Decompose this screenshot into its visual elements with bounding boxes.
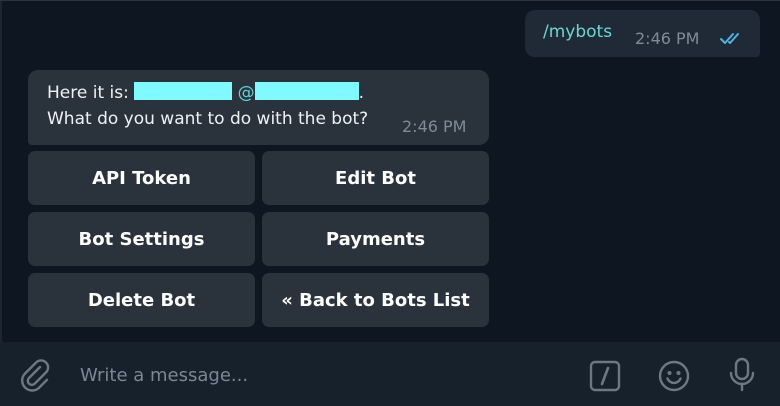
redacted-bot-name [134,82,233,100]
outgoing-message-text: /mybots [543,22,613,42]
incoming-message-line2: What do you want to do with the bot? [47,109,369,129]
message-composer [0,342,780,406]
incoming-message[interactable]: Here it is: @. What do you want to do wi… [28,70,489,145]
outgoing-message[interactable]: /mybots 2:46 PM [525,10,760,57]
at-sign: @ [237,83,255,103]
double-check-icon [720,33,739,44]
bot-settings-button[interactable]: Bot Settings [28,212,255,266]
redacted-bot-username[interactable] [254,82,359,100]
incoming-message-time: 2:46 PM [402,117,467,136]
emoji-icon[interactable] [657,359,691,393]
microphone-icon[interactable] [727,357,757,393]
message-history[interactable]: /mybots 2:46 PM Here it is: @. What do y… [0,1,780,342]
incoming-suffix: . [358,83,365,103]
incoming-prefix: Here it is: [47,83,135,103]
slash-command-icon[interactable] [588,359,622,393]
incoming-message-line1: Here it is: @. [47,82,364,103]
delete-bot-button[interactable]: Delete Bot [28,273,255,327]
edit-bot-button[interactable]: Edit Bot [262,151,489,205]
chat-window: /mybots 2:46 PM Here it is: @. What do y… [0,0,780,406]
outgoing-message-time: 2:46 PM [635,29,700,48]
payments-button[interactable]: Payments [262,212,489,266]
paperclip-icon[interactable] [18,358,52,392]
message-input[interactable] [80,361,560,389]
api-token-button[interactable]: API Token [28,151,255,205]
back-to-bots-list-button[interactable]: « Back to Bots List [262,273,489,327]
